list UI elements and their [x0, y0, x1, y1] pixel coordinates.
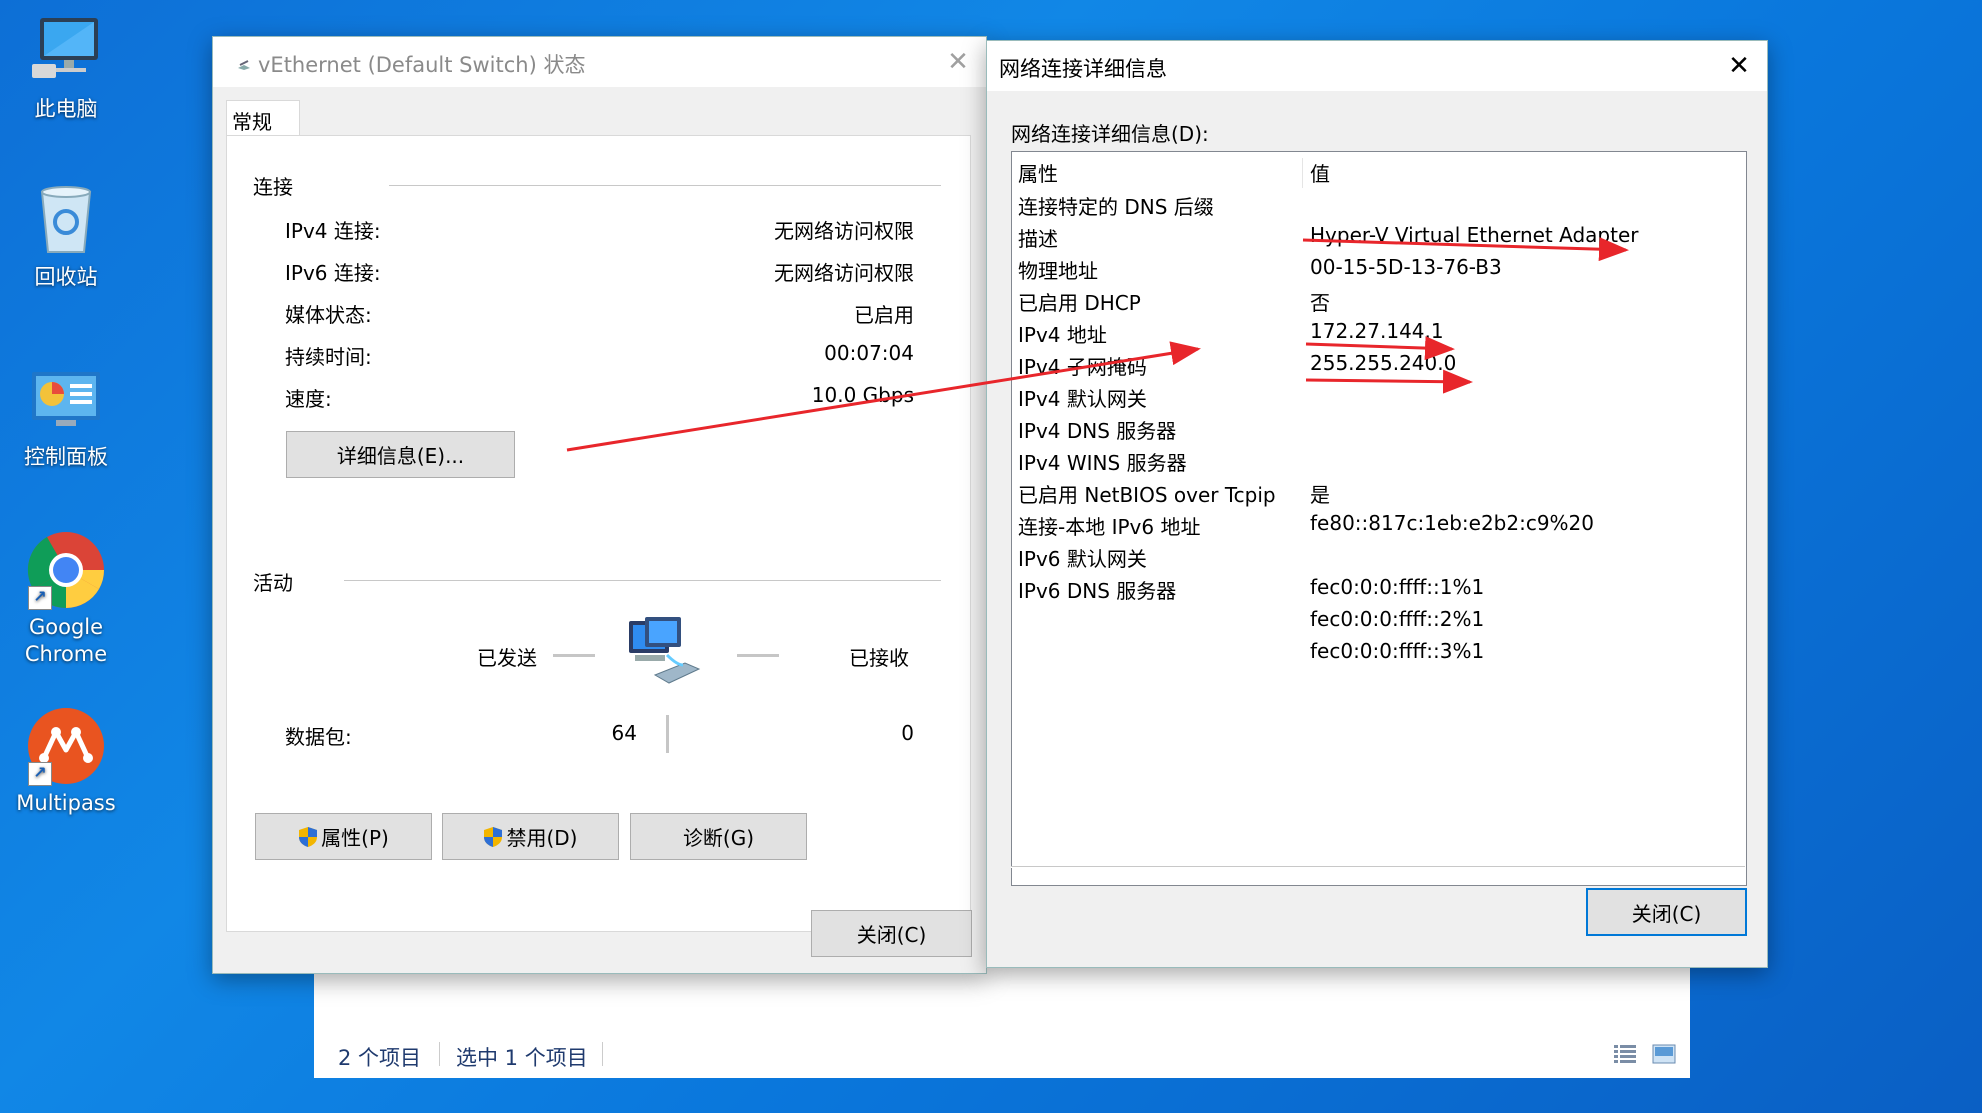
- annotation-overlay: [566, 237, 1629, 452]
- annotation-arrow: [566, 341, 1201, 452]
- annotation-arrow: [1302, 237, 1629, 262]
- annotation-arrow: [1305, 369, 1473, 394]
- annotation-arrow: [1305, 336, 1455, 361]
